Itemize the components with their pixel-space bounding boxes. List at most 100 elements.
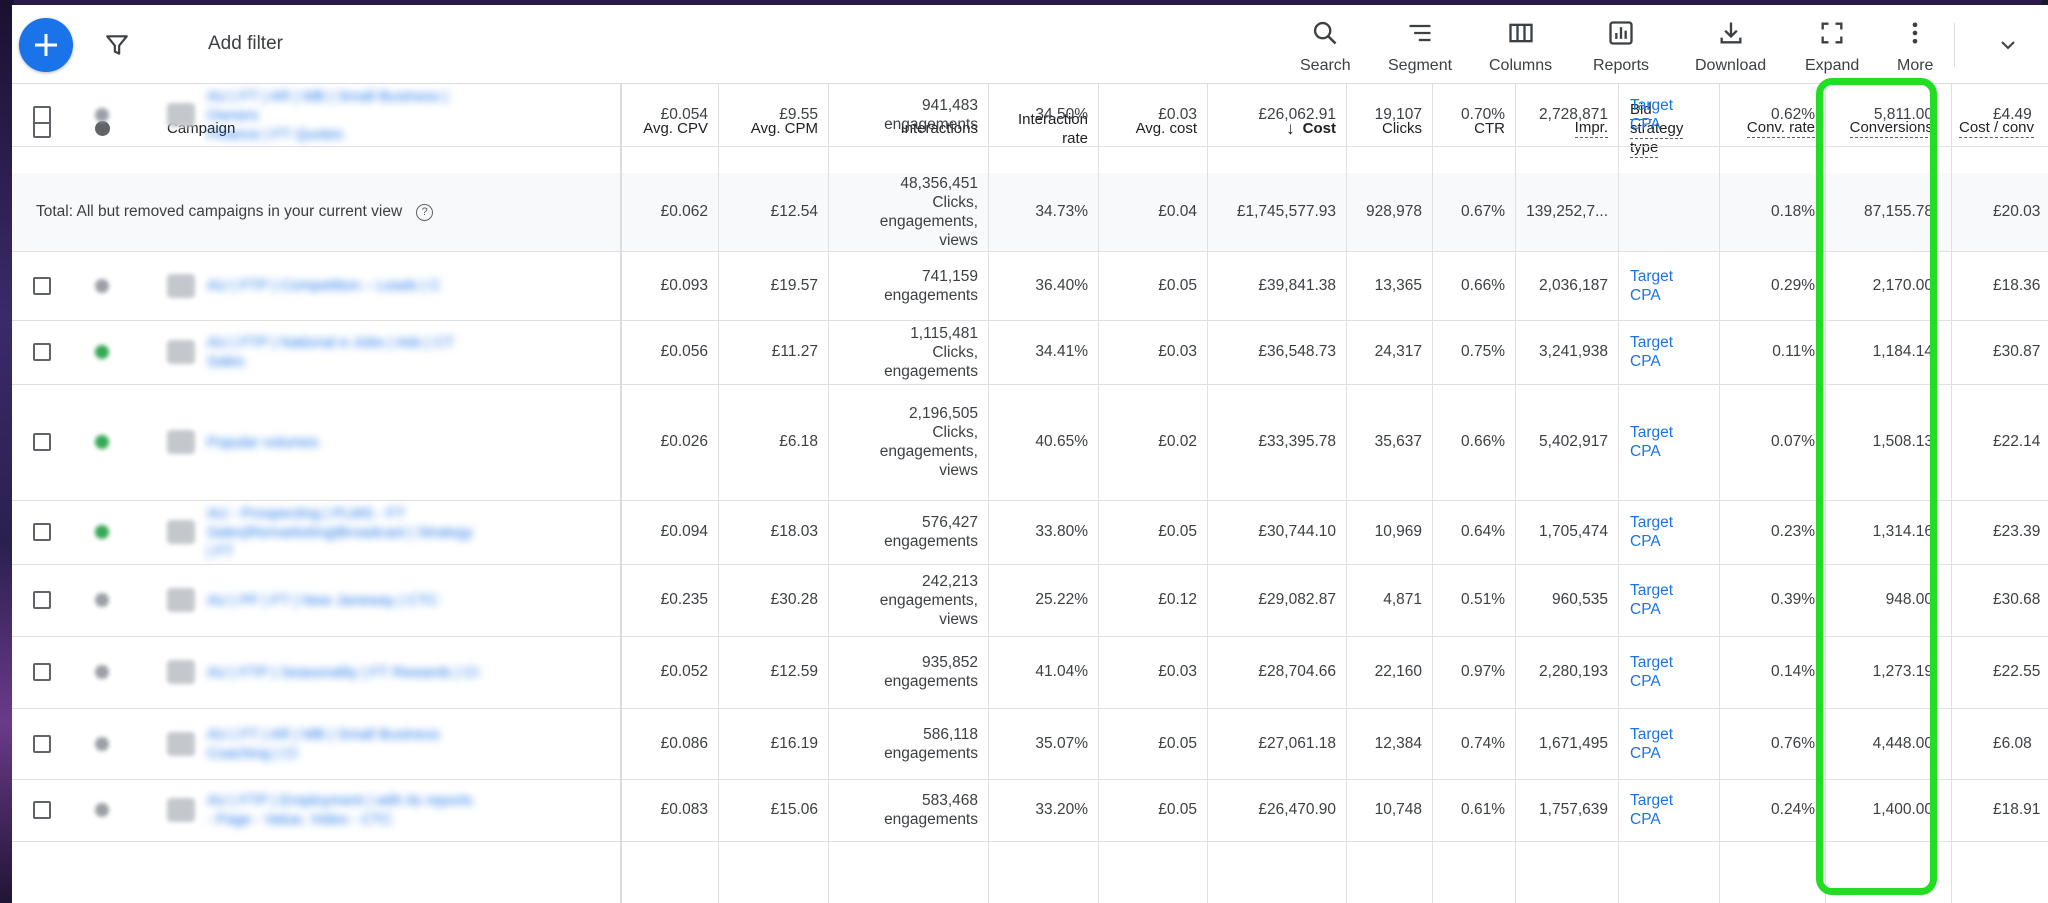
row-checkbox[interactable] bbox=[33, 663, 51, 681]
row-checkbox-cell bbox=[12, 636, 72, 708]
more-button[interactable]: More bbox=[1897, 13, 1933, 79]
cell-value: £26,470.90 bbox=[1258, 801, 1336, 818]
filter-icon[interactable] bbox=[104, 32, 130, 58]
cell-conversions: 1,400.00 bbox=[1825, 779, 1951, 841]
bid-strategy-link[interactable]: Target CPA bbox=[1630, 791, 1673, 829]
cell-value: £0.083 bbox=[660, 801, 708, 818]
cell-value: £6.08 bbox=[1993, 734, 2032, 752]
bid-strategy-link[interactable]: Target CPA bbox=[1630, 513, 1673, 551]
cell-cost-conv: £22.55 bbox=[1951, 636, 2048, 708]
cell-value: 1,184.14 bbox=[1872, 343, 1933, 360]
campaign-name-link[interactable]: AU | PF | FT | New Janeway | CTC bbox=[207, 591, 438, 610]
cell-value: 25.22% bbox=[1035, 591, 1088, 608]
campaign-name-link[interactable]: AU | FT | AR | MB | Small Business Coachi… bbox=[207, 725, 440, 763]
cell-value: £18.91 bbox=[1993, 801, 2041, 818]
cell-value: £0.094 bbox=[660, 523, 708, 540]
campaign-type-icon bbox=[167, 731, 195, 756]
row-checkbox[interactable] bbox=[33, 801, 51, 819]
interactions-text: 1,115,481 Clicks, engagements bbox=[884, 324, 978, 381]
cell-interactions: 242,213 engagements, views bbox=[828, 564, 988, 636]
cell-value: £0.03 bbox=[1158, 663, 1197, 680]
cell-clicks: 10,748 bbox=[1346, 779, 1432, 841]
cell-avg-cost: £0.02 bbox=[1098, 384, 1207, 500]
cell-value: 22,160 bbox=[1374, 663, 1422, 680]
campaign-name-line: AU - Prospecting | PLMS - FT bbox=[207, 504, 406, 522]
cell-value: £11.27 bbox=[771, 343, 818, 360]
row-checkbox[interactable] bbox=[33, 276, 51, 295]
cell-value: £4.49 bbox=[1993, 106, 2032, 123]
cell-cost-conv: £18.91 bbox=[1951, 779, 2048, 841]
download-icon bbox=[1720, 22, 1742, 44]
cell-impr: 2,728,871 bbox=[1515, 84, 1618, 146]
row-checkbox[interactable] bbox=[33, 433, 51, 451]
help-icon[interactable]: ? bbox=[416, 203, 434, 221]
cell-ctr: 0.75% bbox=[1432, 320, 1515, 384]
cell-value: 0.39% bbox=[1771, 591, 1815, 608]
table-row: AU | FT | AR | MB | Small Business | Own… bbox=[12, 84, 2048, 147]
bid-strategy-link[interactable]: Target CPA bbox=[1630, 96, 1673, 134]
campaign-name-link[interactable]: AU | FTP | Competition – Leads | C bbox=[207, 276, 441, 295]
cell-clicks: 24,317 bbox=[1346, 320, 1432, 384]
total-avg-cpv: £0.062 bbox=[620, 173, 718, 251]
search-button[interactable]: Search bbox=[1300, 13, 1351, 79]
row-checkbox[interactable] bbox=[33, 523, 51, 541]
row-status-cell bbox=[72, 251, 132, 320]
bid-strategy-line: Target bbox=[1630, 424, 1674, 441]
cell-value: £0.02 bbox=[1158, 433, 1197, 450]
campaign-name-link[interactable]: AU | FTP | Seasonality | FT Rewards | CI bbox=[207, 663, 479, 682]
cell-value: £0.026 bbox=[660, 433, 708, 450]
row-checkbox[interactable] bbox=[33, 734, 51, 753]
cell-cost-conv: £18.36 bbox=[1951, 251, 2048, 320]
cell-avg-cpm: £18.03 bbox=[718, 500, 828, 564]
cell-bid-strategy: Target CPA bbox=[1618, 564, 1719, 636]
cell-value: £22.14 bbox=[1993, 433, 2041, 450]
cell-impr: 960,535 bbox=[1515, 564, 1618, 636]
cell-value: 0.74% bbox=[1461, 734, 1505, 752]
cell-value: £15.06 bbox=[770, 801, 818, 818]
row-checkbox[interactable] bbox=[33, 106, 51, 124]
campaign-name-link[interactable]: AU | FT | AR | MB | Small Business | Own… bbox=[207, 87, 487, 144]
interactions-line: engagements bbox=[884, 673, 978, 690]
total-conversions: 87,155.78 bbox=[1825, 173, 1951, 251]
reports-button[interactable]: Reports bbox=[1593, 13, 1649, 79]
interactions-text: 576,427 engagements bbox=[884, 513, 978, 551]
status-dot-icon bbox=[95, 803, 109, 817]
campaign-name-link[interactable]: Popular volumes bbox=[207, 433, 319, 452]
cell-conversions: 2,170.00 bbox=[1825, 251, 1951, 320]
total-value: 0.18% bbox=[1771, 203, 1815, 220]
bid-strategy-link[interactable]: Target CPA bbox=[1630, 333, 1673, 371]
cell-clicks: 12,384 bbox=[1346, 708, 1432, 779]
row-status-cell bbox=[72, 708, 132, 779]
bid-strategy-link[interactable]: Target CPA bbox=[1630, 725, 1673, 763]
cell-bid-strategy: Target CPA bbox=[1618, 636, 1719, 708]
cell-value: 948.00 bbox=[1885, 591, 1933, 608]
bid-strategy-line: CPA bbox=[1630, 116, 1661, 133]
cell-value: 35,637 bbox=[1374, 433, 1422, 450]
interactions-line: 1,115,481 bbox=[910, 324, 978, 342]
download-button[interactable]: Download bbox=[1695, 13, 1766, 79]
expand-button[interactable]: Expand bbox=[1805, 13, 1859, 79]
cell-interaction-rate: 33.80% bbox=[988, 500, 1098, 564]
interactions-line: engagements bbox=[884, 744, 978, 762]
add-filter-button[interactable]: Add filter bbox=[208, 33, 283, 55]
cell-conversions: 1,314.16 bbox=[1825, 500, 1951, 564]
cell-avg-cpm: £16.19 bbox=[718, 708, 828, 779]
bid-strategy-link[interactable]: Target CPA bbox=[1630, 423, 1673, 461]
campaign-name-link[interactable]: AU | FTP | National e-Jobs | Ads | CT Sal… bbox=[207, 333, 454, 371]
row-checkbox[interactable] bbox=[33, 591, 51, 609]
row-checkbox[interactable] bbox=[33, 343, 51, 361]
total-interactions-line: 48,356,451 bbox=[900, 175, 978, 192]
cell-cost: £30,744.10 bbox=[1207, 500, 1346, 564]
bid-strategy-link[interactable]: Target CPA bbox=[1630, 653, 1673, 691]
campaign-name-link[interactable]: AU | FTP | Employment | with its reports… bbox=[207, 791, 473, 829]
chevron-down-icon[interactable] bbox=[1996, 33, 2020, 57]
bid-strategy-link[interactable]: Target CPA bbox=[1630, 581, 1673, 619]
segment-button[interactable]: Segment bbox=[1388, 13, 1452, 79]
add-campaign-button[interactable] bbox=[19, 18, 73, 72]
columns-button[interactable]: Columns bbox=[1489, 13, 1552, 79]
cell-value: £0.05 bbox=[1158, 734, 1197, 752]
campaign-name-link[interactable]: AU - Prospecting | PLMS - FT Sales|Remark… bbox=[207, 504, 473, 561]
bid-strategy-link[interactable]: Target CPA bbox=[1630, 267, 1673, 305]
reports-label: Reports bbox=[1593, 57, 1650, 74]
row-checkbox-cell bbox=[12, 708, 72, 779]
